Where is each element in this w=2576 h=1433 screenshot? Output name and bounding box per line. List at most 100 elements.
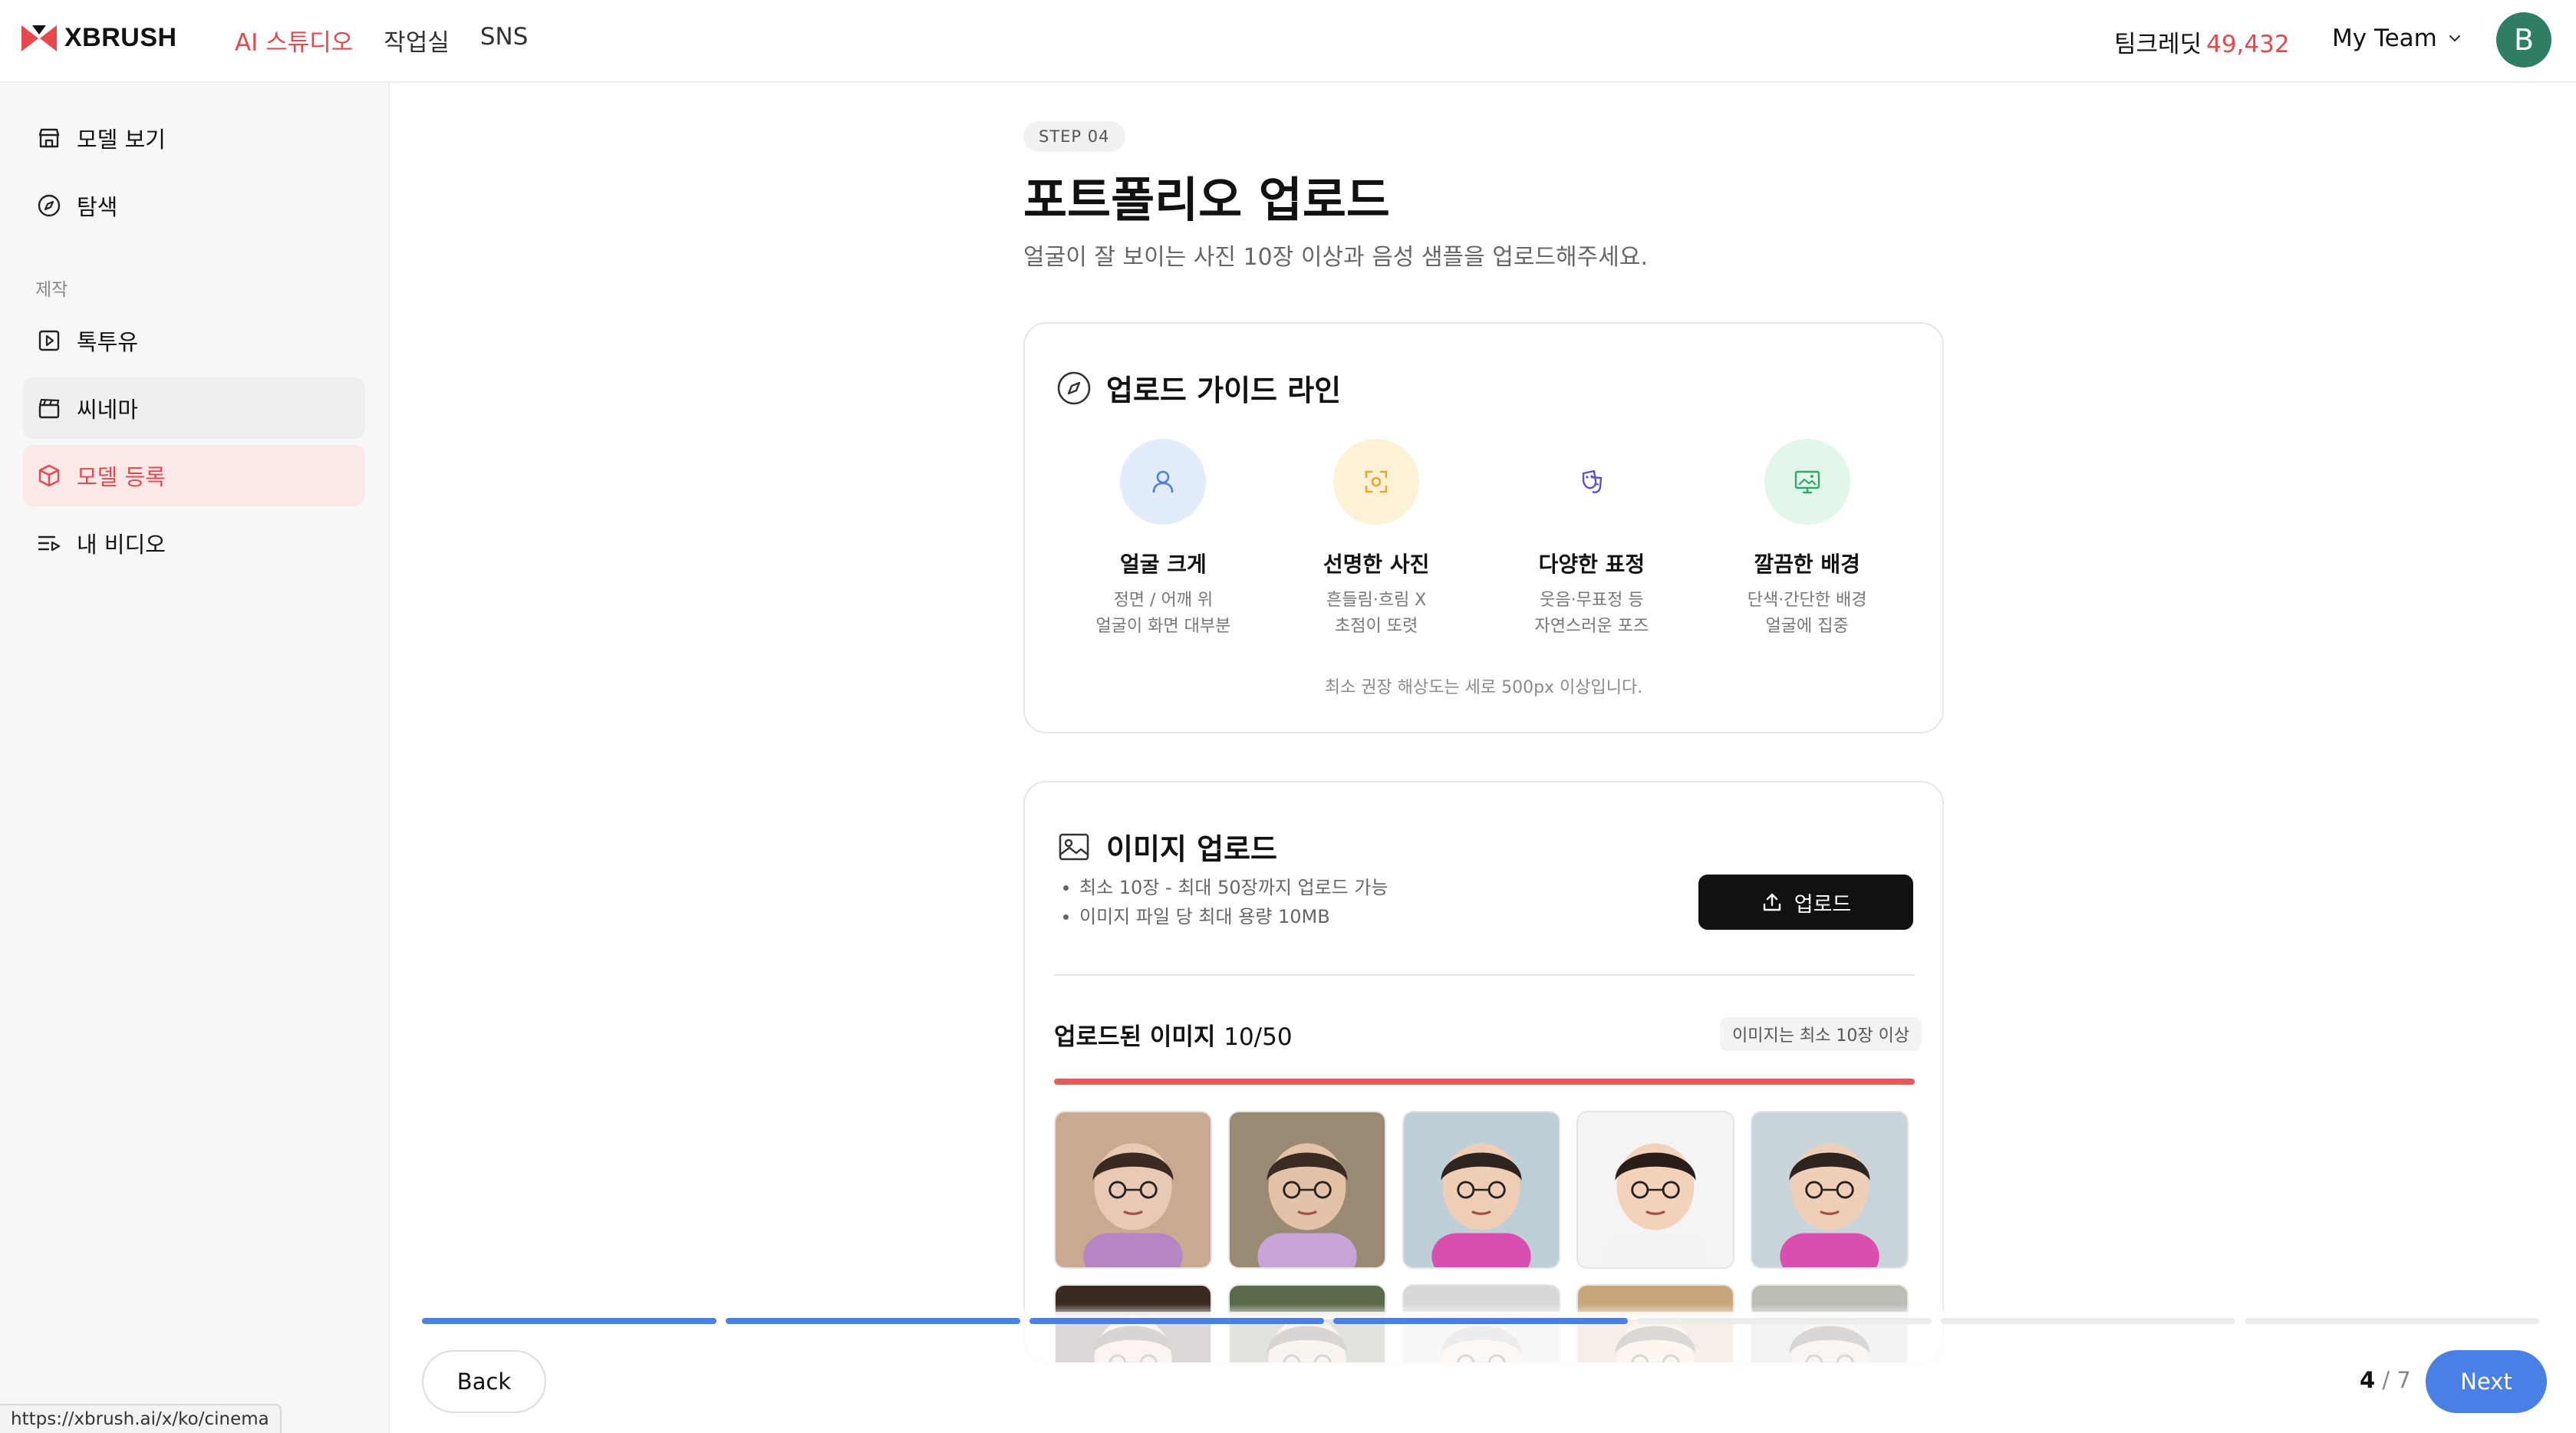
step-badge: STEP 04: [1023, 121, 1125, 152]
upload-progress-fill: [1054, 1079, 1915, 1085]
guide-icon-circle: [1120, 439, 1207, 525]
brand-name: XBRUSH: [64, 23, 177, 52]
uploaded-image-thumbnail[interactable]: [1228, 1111, 1386, 1269]
guide-item-title: 얼굴 크게: [1119, 552, 1207, 577]
team-name: My Team: [2332, 25, 2437, 52]
nav-workroom[interactable]: 작업실: [384, 23, 450, 58]
next-button[interactable]: Next: [2426, 1350, 2547, 1413]
uploaded-label-text: 업로드된 이미지: [1054, 1023, 1216, 1051]
sidebar: 모델 보기 탐색 제작 톡투유 씨네마 모델 등록 내 비디오: [0, 83, 390, 1433]
page-subtitle: 얼굴이 잘 보이는 사진 10장 이상과 음성 샘플을 업로드해주세요.: [1023, 244, 1648, 271]
video-list-icon: [38, 535, 61, 552]
guide-desc-line: 초점이 또렷: [1335, 617, 1418, 636]
status-bar-url: https://xbrush.ai/x/ko/cinema: [0, 1404, 282, 1433]
sidebar-item-cinema[interactable]: 씨네마: [23, 377, 365, 439]
min-images-badge: 이미지는 최소 10장 이상: [1720, 1017, 1922, 1051]
pager-total: / 7: [2382, 1367, 2411, 1393]
upload-progress-track: [1054, 1079, 1915, 1085]
guide-item-desc: 정면 / 어깨 위 얼굴이 화면 대부분: [1095, 588, 1230, 640]
guide-desc-line: 얼굴에 집중: [1765, 617, 1849, 636]
guide-item-background: 깔끔한 배경 단색·간단한 배경얼굴에 집중: [1699, 439, 1915, 640]
child-photo-image: [1230, 1112, 1385, 1267]
step-segment: [1637, 1318, 1932, 1324]
sidebar-item-label: 내 비디오: [77, 532, 166, 558]
resolution-note: 최소 권장 해상도는 세로 500px 이상입니다.: [1324, 678, 1643, 697]
box-icon: [38, 464, 60, 487]
brand-logo[interactable]: XBRUSH: [21, 23, 177, 53]
credit-value: 49,432: [2206, 31, 2290, 58]
divider: [1054, 974, 1915, 976]
uploaded-image-thumbnail[interactable]: [1402, 1111, 1560, 1269]
guide-title: 업로드 가이드 라인: [1106, 374, 1342, 407]
upload-title: 이미지 업로드: [1106, 832, 1277, 866]
uploaded-image-thumbnail[interactable]: [1054, 1111, 1212, 1269]
child-photo-image: [1752, 1112, 1907, 1267]
sidebar-section-create: 제작: [35, 280, 68, 300]
uploaded-count: 10/50: [1224, 1023, 1293, 1051]
guide-desc-line: 단색·간단한 배경: [1747, 591, 1867, 610]
guide-item-desc: 웃음·무표정 등 자연스러운 포즈: [1535, 588, 1649, 640]
guide-icon-circle: [1764, 439, 1850, 525]
person-icon: [1153, 470, 1174, 493]
guide-icon-circle: [1333, 439, 1420, 525]
main-content: STEP 04 포트폴리오 업로드 얼굴이 잘 보이는 사진 10장 이상과 음…: [391, 84, 2576, 1364]
guide-item-expression: 다양한 표정 웃음·무표정 등 자연스러운 포즈: [1484, 439, 1700, 640]
store-icon: [38, 128, 60, 148]
upload-button-label: 업로드: [1794, 892, 1852, 917]
upload-button[interactable]: 업로드: [1698, 875, 1913, 930]
guide-item-sharp: 선명한 사진 흔들림·흐림 X 초점이 또렷: [1269, 439, 1484, 640]
guide-desc-line: 얼굴이 화면 대부분: [1095, 617, 1231, 636]
compass-icon: [1057, 371, 1091, 404]
uploaded-image-thumbnail[interactable]: [1751, 1111, 1909, 1269]
theater-masks-icon: [1582, 469, 1603, 493]
top-bar: XBRUSH AI 스튜디오 작업실 SNS 팀크레딧 49,432 My Tea…: [0, 0, 2576, 83]
focus-icon: [1365, 470, 1388, 493]
pager-current: 4: [2360, 1367, 2376, 1393]
sidebar-item-label: 모델 등록: [77, 464, 166, 490]
image-upload-card: 이미지 업로드 최소 10장 - 최대 50장까지 업로드 가능 이미지 파일 …: [1023, 781, 1944, 1364]
monitor-image-icon: [1794, 470, 1820, 494]
guide-item-desc: 단색·간단한 배경얼굴에 집중: [1748, 588, 1867, 640]
step-segment: [1029, 1318, 1324, 1324]
top-nav: AI 스튜디오 작업실 SNS: [235, 23, 528, 58]
chevron-down-icon: [2449, 35, 2460, 42]
team-selector[interactable]: My Team: [2332, 25, 2463, 52]
upload-rule: 최소 10장 - 최대 50장까지 업로드 가능: [1063, 873, 1388, 902]
upload-rule: 이미지 파일 당 최대 용량 10MB: [1063, 902, 1388, 931]
back-button[interactable]: Back: [422, 1350, 546, 1413]
guide-item-face: 얼굴 크게 정면 / 어깨 위 얼굴이 화면 대부분: [1056, 439, 1271, 640]
child-photo-image: [1056, 1112, 1211, 1267]
uploaded-count-label: 업로드된 이미지 10/50: [1054, 1017, 1293, 1052]
page-title: 포트폴리오 업로드: [1023, 172, 1390, 228]
sidebar-item-my-video[interactable]: 내 비디오: [23, 512, 365, 574]
team-credit: 팀크레딧 49,432: [2114, 25, 2290, 59]
guide-icon-circle: [1548, 439, 1635, 525]
step-segment: [726, 1318, 1020, 1324]
image-icon: [1059, 833, 1089, 860]
uploaded-image-thumbnail[interactable]: [1576, 1111, 1734, 1269]
upload-icon: [1763, 893, 1780, 911]
guide-items: 얼굴 크게 정면 / 어깨 위 얼굴이 화면 대부분 선명한 사진 흔들림·흐림 …: [1056, 439, 1915, 640]
sidebar-item-talk-to-you[interactable]: 톡투유: [23, 310, 365, 371]
step-segment: [2245, 1318, 2539, 1324]
sidebar-item-label: 탐색: [77, 194, 118, 220]
step-segment: [1941, 1318, 2235, 1324]
nav-ai-studio[interactable]: AI 스튜디오: [235, 23, 353, 58]
sidebar-item-model-view[interactable]: 모델 보기: [23, 107, 365, 169]
nav-sns[interactable]: SNS: [480, 23, 529, 58]
avatar[interactable]: B: [2496, 12, 2551, 68]
sidebar-item-label: 톡투유: [77, 329, 139, 355]
guide-item-title: 깔끔한 배경: [1754, 552, 1860, 577]
bottom-navigation: Back 4 / 7 Next: [391, 1312, 2576, 1433]
sidebar-item-model-register[interactable]: 모델 등록: [23, 445, 365, 506]
guide-item-title: 다양한 표정: [1538, 552, 1645, 577]
sidebar-item-label: 씨네마: [77, 397, 139, 423]
sidebar-item-label: 모델 보기: [77, 127, 166, 153]
play-square-icon: [38, 330, 60, 351]
upload-rules: 최소 10장 - 최대 50장까지 업로드 가능 이미지 파일 당 최대 용량 …: [1063, 873, 1388, 931]
guide-desc-line: 웃음·무표정 등: [1540, 591, 1644, 610]
guide-desc-line: 흔들림·흐림 X: [1326, 591, 1427, 610]
upload-header: 이미지 업로드: [1056, 825, 1277, 868]
xbrush-logo-icon: [21, 25, 57, 51]
sidebar-item-explore[interactable]: 탐색: [23, 175, 365, 236]
